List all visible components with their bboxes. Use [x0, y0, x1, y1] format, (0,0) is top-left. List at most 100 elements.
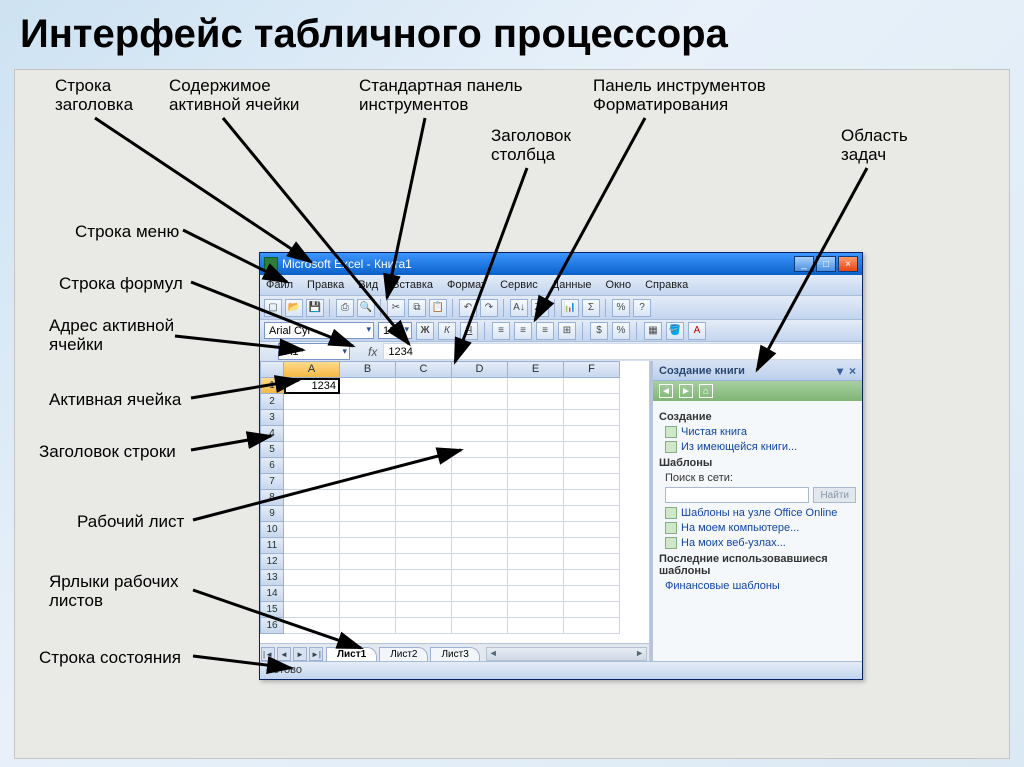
menu-file[interactable]: Файл	[266, 279, 293, 291]
sheet-tab-2[interactable]: Лист2	[379, 647, 428, 661]
cell[interactable]	[452, 458, 508, 474]
cell[interactable]	[452, 570, 508, 586]
cell[interactable]	[508, 490, 564, 506]
cell[interactable]	[396, 378, 452, 394]
cell[interactable]	[508, 554, 564, 570]
cell[interactable]: 1234	[284, 378, 340, 394]
cell[interactable]	[340, 474, 396, 490]
cell[interactable]	[564, 410, 620, 426]
currency-icon[interactable]: $	[590, 322, 608, 340]
cell[interactable]	[284, 570, 340, 586]
cell[interactable]	[284, 410, 340, 426]
cell[interactable]	[452, 474, 508, 490]
menu-insert[interactable]: Вставка	[392, 279, 433, 291]
cell[interactable]	[284, 602, 340, 618]
font-size-combo[interactable]: 10	[378, 322, 412, 339]
menu-edit[interactable]: Правка	[307, 279, 344, 291]
horizontal-scrollbar[interactable]	[486, 647, 647, 661]
taskpane-close-icon[interactable]: ×	[849, 364, 856, 378]
row-header-4[interactable]: 4	[260, 426, 284, 442]
sort-desc-icon[interactable]: Z↓	[531, 299, 549, 317]
taskpane-back-icon[interactable]: ◄	[659, 384, 673, 398]
sheet-tab-1[interactable]: Лист1	[326, 647, 377, 661]
cell[interactable]	[508, 538, 564, 554]
cell[interactable]	[340, 394, 396, 410]
cell[interactable]	[564, 506, 620, 522]
cell[interactable]	[564, 426, 620, 442]
cell[interactable]	[284, 554, 340, 570]
cell[interactable]	[340, 522, 396, 538]
font-name-combo[interactable]: Arial Cyr	[264, 322, 374, 339]
row-header-16[interactable]: 16	[260, 618, 284, 634]
cell[interactable]	[452, 410, 508, 426]
align-center-icon[interactable]: ≡	[514, 322, 532, 340]
cell[interactable]	[564, 538, 620, 554]
cell[interactable]	[508, 570, 564, 586]
row-header-12[interactable]: 12	[260, 554, 284, 570]
align-left-icon[interactable]: ≡	[492, 322, 510, 340]
cell[interactable]	[396, 538, 452, 554]
cell[interactable]	[452, 506, 508, 522]
cell[interactable]	[508, 410, 564, 426]
cut-icon[interactable]: ✂	[387, 299, 405, 317]
cell[interactable]	[396, 426, 452, 442]
cell[interactable]	[564, 378, 620, 394]
cell[interactable]	[340, 570, 396, 586]
open-icon[interactable]: 📂	[285, 299, 303, 317]
cell[interactable]	[284, 490, 340, 506]
cell[interactable]	[396, 602, 452, 618]
menu-format[interactable]: Формат	[447, 279, 486, 291]
column-header-D[interactable]: D	[452, 361, 508, 378]
cell[interactable]	[508, 378, 564, 394]
borders-icon[interactable]: ▦	[644, 322, 662, 340]
copy-icon[interactable]: ⧉	[408, 299, 426, 317]
cell[interactable]	[564, 554, 620, 570]
autosum-icon[interactable]: Σ	[582, 299, 600, 317]
cell[interactable]	[508, 618, 564, 634]
tab-nav-first-icon[interactable]: |◄	[261, 647, 275, 661]
row-header-11[interactable]: 11	[260, 538, 284, 554]
cell[interactable]	[452, 538, 508, 554]
row-header-6[interactable]: 6	[260, 458, 284, 474]
bold-icon[interactable]: Ж	[416, 322, 434, 340]
cell[interactable]	[452, 490, 508, 506]
row-header-8[interactable]: 8	[260, 490, 284, 506]
cell[interactable]	[564, 522, 620, 538]
worksheet-grid[interactable]: A B C D E F 112342345678910111213141516 …	[260, 361, 650, 661]
minimize-button[interactable]: _	[794, 256, 814, 272]
cell[interactable]	[508, 394, 564, 410]
row-header-9[interactable]: 9	[260, 506, 284, 522]
cell[interactable]	[340, 426, 396, 442]
menu-data[interactable]: Данные	[552, 279, 592, 291]
cell[interactable]	[396, 442, 452, 458]
row-header-2[interactable]: 2	[260, 394, 284, 410]
cell[interactable]	[284, 538, 340, 554]
taskpane-dropdown-icon[interactable]: ▾	[837, 364, 843, 378]
column-header-F[interactable]: F	[564, 361, 620, 378]
cell[interactable]	[340, 554, 396, 570]
cell[interactable]	[396, 618, 452, 634]
cell[interactable]	[340, 442, 396, 458]
font-color-icon[interactable]: A	[688, 322, 706, 340]
tp-link-financial[interactable]: Финансовые шаблоны	[665, 580, 856, 592]
tp-link-office-online[interactable]: Шаблоны на узле Office Online	[665, 507, 856, 519]
tp-link-my-sites[interactable]: На моих веб-узлах...	[665, 537, 856, 549]
cell[interactable]	[284, 394, 340, 410]
column-header-B[interactable]: B	[340, 361, 396, 378]
tp-link-existing[interactable]: Из имеющейся книги...	[665, 441, 856, 453]
cell[interactable]	[396, 554, 452, 570]
cell[interactable]	[396, 410, 452, 426]
cell[interactable]	[284, 442, 340, 458]
cell[interactable]	[452, 378, 508, 394]
tp-search-button[interactable]: Найти	[813, 487, 856, 503]
maximize-button[interactable]: □	[816, 256, 836, 272]
tab-nav-prev-icon[interactable]: ◄	[277, 647, 291, 661]
cell[interactable]	[340, 458, 396, 474]
cell[interactable]	[284, 506, 340, 522]
cell[interactable]	[564, 586, 620, 602]
cell[interactable]	[508, 426, 564, 442]
row-header-10[interactable]: 10	[260, 522, 284, 538]
cell[interactable]	[396, 506, 452, 522]
tab-nav-next-icon[interactable]: ►	[293, 647, 307, 661]
menu-tools[interactable]: Сервис	[500, 279, 538, 291]
